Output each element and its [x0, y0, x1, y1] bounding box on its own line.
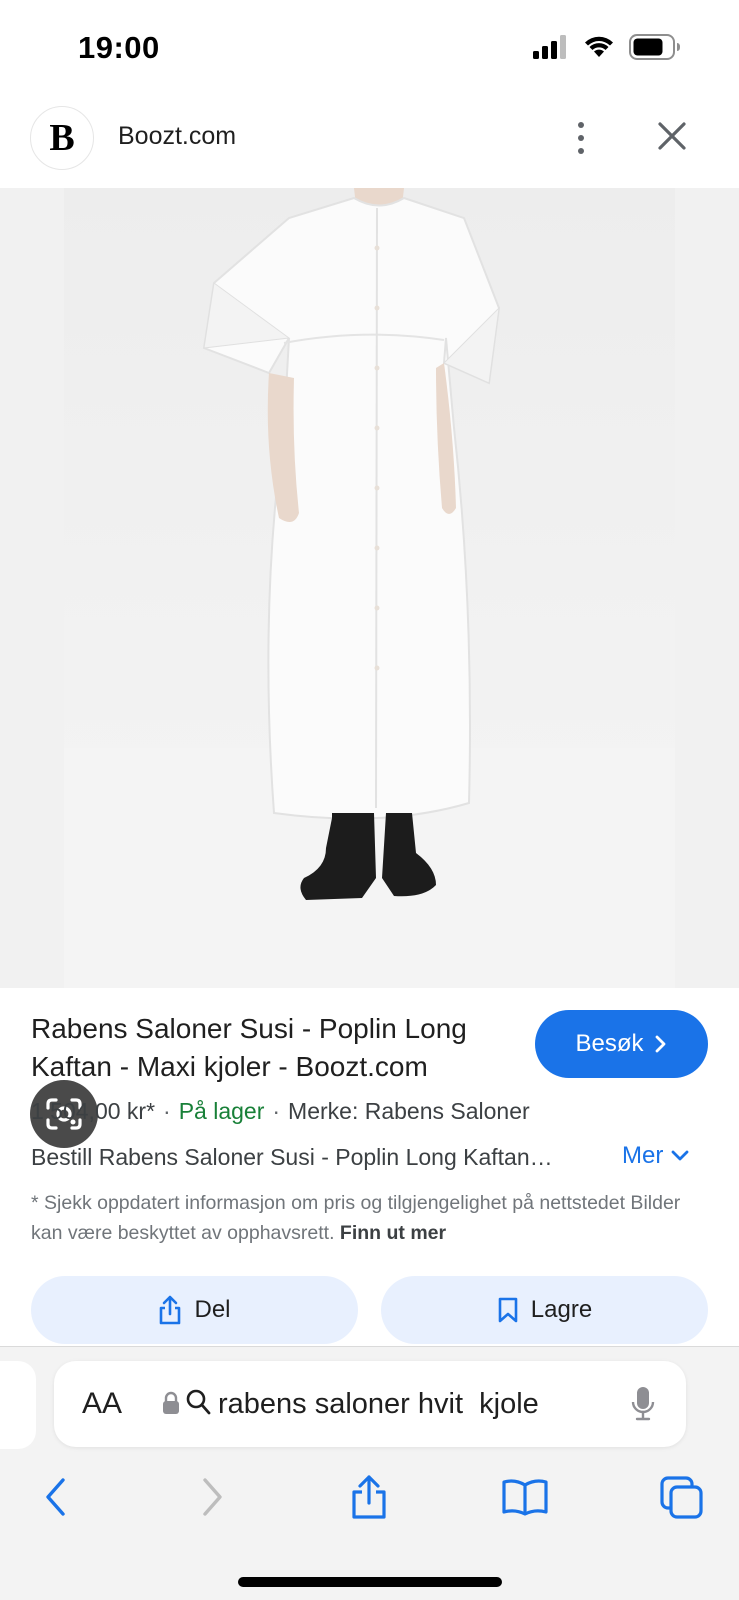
save-label: Lagre: [530, 1296, 593, 1323]
product-image-area[interactable]: [0, 188, 739, 1148]
address-bar[interactable]: AA: [54, 1361, 686, 1447]
dress-illustration: [64, 188, 675, 988]
more-vertical-icon[interactable]: [566, 118, 596, 158]
chevron-left-icon: [46, 1478, 65, 1516]
forward-button[interactable]: [182, 1467, 242, 1527]
home-indicator: [238, 1577, 502, 1587]
learn-more-link[interactable]: Finn ut mer: [340, 1222, 446, 1244]
more-link[interactable]: Mer: [622, 1142, 689, 1170]
safari-bottom-bar: AA: [0, 1346, 739, 1600]
status-time: 19:00: [78, 30, 160, 65]
meta-line: 1 504,00 kr* · På lager · Merke: Rabens Salo…: [31, 1098, 530, 1125]
chevron-right-icon: [655, 1035, 665, 1053]
tabs-button[interactable]: [652, 1467, 712, 1527]
site-logo[interactable]: B: [30, 106, 94, 170]
site-name[interactable]: Boozt.com: [118, 122, 236, 151]
bookmarks-button[interactable]: [495, 1467, 555, 1527]
back-button[interactable]: [26, 1467, 86, 1527]
share-button[interactable]: Del: [31, 1276, 358, 1344]
product-photo[interactable]: [64, 188, 675, 988]
search-icon: [186, 1389, 211, 1415]
brand: Merke: Rabens Saloner: [288, 1098, 530, 1124]
address-input[interactable]: [218, 1381, 618, 1427]
microphone-icon[interactable]: [630, 1385, 656, 1423]
save-button[interactable]: Lagre: [381, 1276, 708, 1344]
lock-icon: [163, 1391, 179, 1414]
share-label: Del: [194, 1296, 231, 1323]
wifi-icon: [585, 36, 613, 57]
separator-dot: ·: [163, 1098, 171, 1124]
browser-toolbar: [0, 1467, 739, 1531]
action-row: Del Lagre: [0, 1276, 739, 1344]
stock-status: På lager: [178, 1098, 265, 1124]
description: Bestill Rabens Saloner Susi - Poplin Lon…: [31, 1144, 553, 1170]
disclaimer: * Sjekk oppdatert informasjon om pris og…: [31, 1188, 711, 1248]
site-header: B Boozt.com: [0, 96, 739, 188]
status-icons: [533, 34, 681, 60]
share-page-button[interactable]: [339, 1467, 399, 1527]
book-icon: [502, 1479, 548, 1516]
price: 1 504,00 kr*: [31, 1098, 156, 1124]
close-icon[interactable]: [652, 116, 692, 156]
share-icon: [160, 1295, 181, 1325]
visit-button-label: Besøk: [575, 1030, 644, 1057]
chevron-down-icon: [671, 1150, 689, 1161]
status-bar: 19:00: [0, 0, 739, 96]
separator-dot: ·: [272, 1098, 281, 1124]
visit-button[interactable]: Besøk: [535, 1010, 708, 1078]
text-size-button[interactable]: AA: [82, 1387, 122, 1421]
bookmark-icon: [498, 1297, 518, 1323]
share-icon: [352, 1475, 386, 1519]
cellular-signal-icon: [533, 35, 566, 59]
battery-icon: [629, 34, 680, 60]
result-title[interactable]: Rabens Saloner Susi - Poplin Long Kaftan…: [31, 1010, 521, 1086]
chevron-right-icon: [203, 1478, 222, 1516]
previous-tab-preview[interactable]: [0, 1361, 36, 1449]
tabs-icon: [660, 1476, 703, 1519]
more-link-label: Mer: [622, 1142, 664, 1169]
